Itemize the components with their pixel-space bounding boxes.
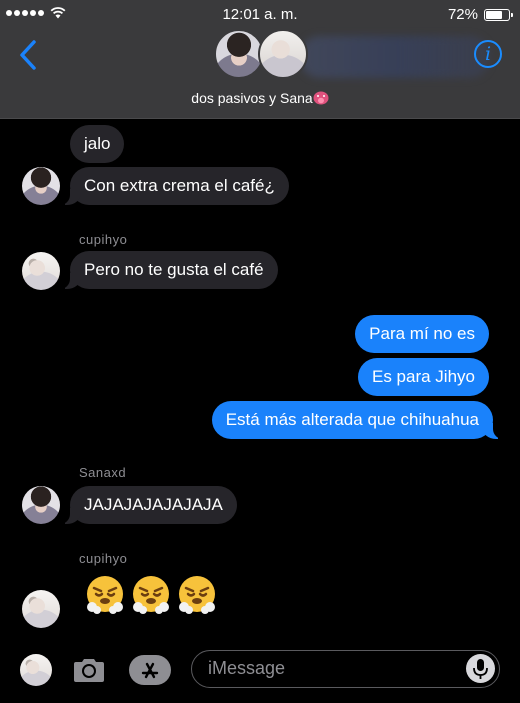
tongue-face-emoji-icon xyxy=(313,91,329,105)
message-bubble-in[interactable]: Con extra crema el café¿ xyxy=(60,167,289,205)
app-store-icon[interactable] xyxy=(129,655,171,685)
memoji-avatar[interactable] xyxy=(20,654,52,686)
conversation-header: i dos pasivos y Sana xyxy=(0,28,520,119)
sender-name: cupihyo xyxy=(79,232,128,247)
microphone-glyph-icon xyxy=(473,659,488,679)
message-input[interactable] xyxy=(208,651,458,686)
battery-fill xyxy=(486,10,502,19)
message-bubble-in[interactable]: JAJAJAJAJAJAJA xyxy=(60,486,237,524)
group-avatar-2 xyxy=(258,29,308,79)
avatar[interactable] xyxy=(22,486,60,524)
avatar[interactable] xyxy=(22,167,60,205)
status-bar: 12:01 a. m. 72% xyxy=(0,0,520,28)
app-store-glyph-icon xyxy=(141,662,159,679)
message-bubble-out[interactable]: Está más alterada que chihuahua xyxy=(211,401,504,439)
status-right: 72% xyxy=(447,6,513,23)
group-name-text: dos pasivos y Sana xyxy=(191,90,313,106)
face-with-steam-emoji-icon xyxy=(133,576,169,614)
info-icon[interactable]: i xyxy=(474,40,502,68)
battery-icon xyxy=(484,8,513,21)
microphone-icon[interactable] xyxy=(466,654,495,683)
group-name[interactable]: dos pasivos y Sana xyxy=(0,90,520,106)
face-with-steam-emoji-icon xyxy=(87,576,123,614)
sender-name: cupihyo xyxy=(79,551,128,566)
battery-percent: 72% xyxy=(447,6,478,23)
message-bubble-in[interactable]: Pero no te gusta el café xyxy=(60,251,278,289)
camera-icon[interactable] xyxy=(72,657,106,683)
status-time: 12:01 a. m. xyxy=(222,6,298,23)
blurred-name xyxy=(300,36,490,78)
message-bubble-out[interactable]: Para mí no es xyxy=(355,315,489,353)
group-avatar-1 xyxy=(214,29,264,79)
emoji-message[interactable] xyxy=(84,574,218,616)
input-bar xyxy=(0,640,520,703)
message-bubble-out[interactable]: Es para Jihyo xyxy=(358,358,489,396)
sender-name: Sanaxd xyxy=(79,465,127,480)
avatar[interactable] xyxy=(22,252,60,290)
message-bubble-in[interactable]: jalo xyxy=(70,125,125,163)
chevron-left-icon[interactable] xyxy=(14,38,44,72)
message-field[interactable] xyxy=(191,650,500,688)
avatar[interactable] xyxy=(22,590,60,628)
face-with-steam-emoji-icon xyxy=(179,576,215,614)
group-avatars[interactable] xyxy=(214,28,314,80)
